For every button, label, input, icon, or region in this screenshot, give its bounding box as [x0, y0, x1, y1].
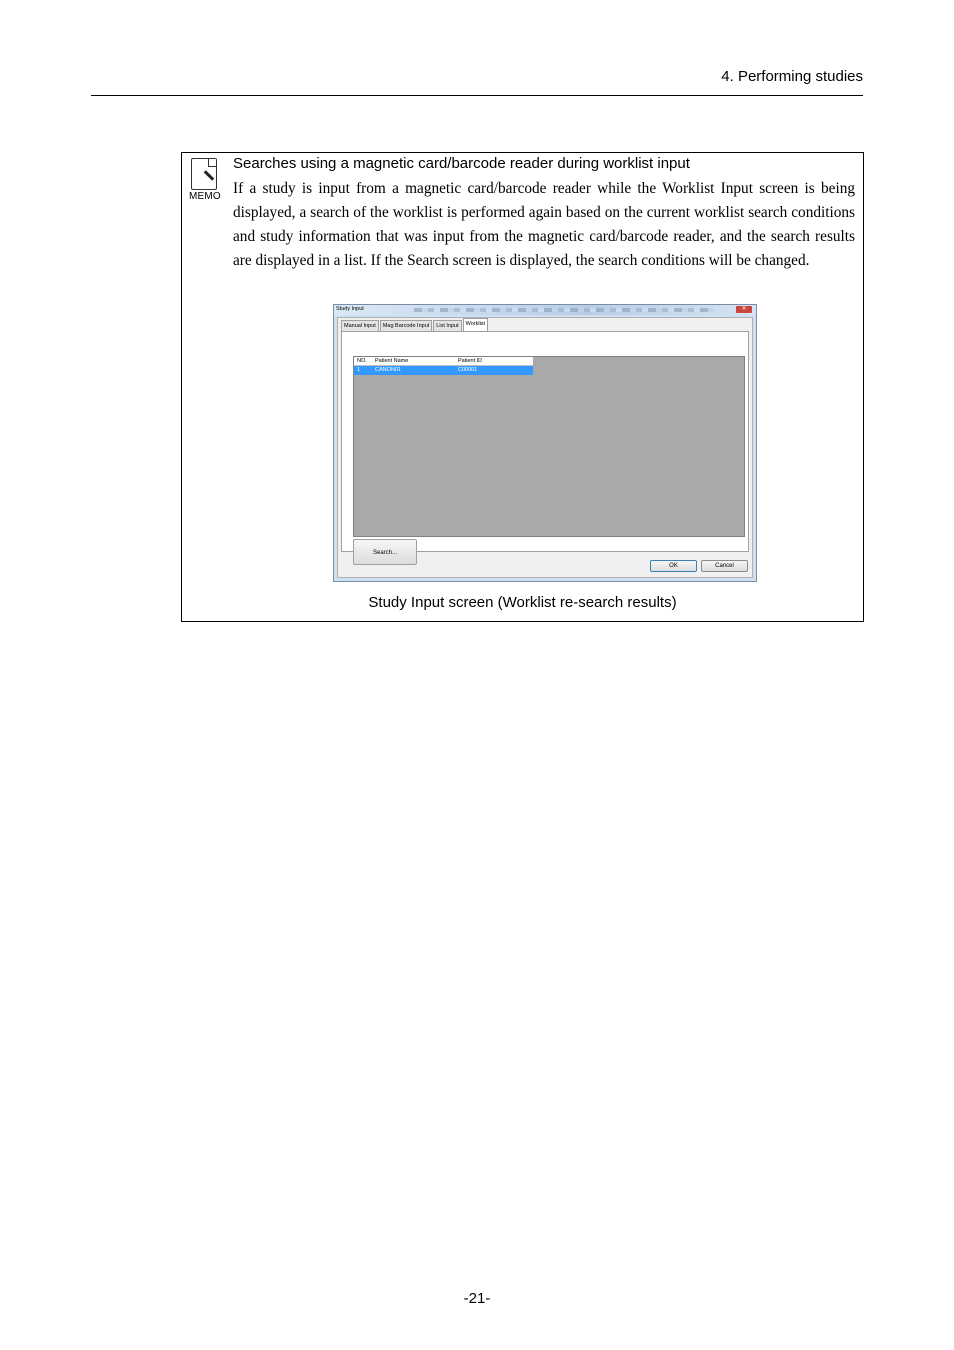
memo-paper-shape — [191, 158, 217, 190]
tab-panel: NO. Patient Name Patient ID 1 CANON01 C0… — [341, 331, 749, 565]
tab-manual-input[interactable]: Manual Input — [341, 320, 379, 331]
study-input-window-screenshot: Study Input ✕ Manual Input Mag Barcode I… — [333, 304, 757, 582]
window-title: Study Input — [336, 306, 364, 312]
tab-mag-barcode-input[interactable]: Mag Barcode Input — [379, 320, 433, 331]
memo-icon-label: MEMO — [189, 191, 221, 202]
tab-list-input[interactable]: List Input — [433, 320, 462, 331]
worklist-grid[interactable]: NO. Patient Name Patient ID 1 CANON01 C0… — [353, 356, 745, 537]
ok-button[interactable]: OK — [650, 560, 697, 572]
cell-no: 1 — [357, 367, 361, 373]
window-titlebar: Study Input ✕ — [334, 305, 756, 315]
cancel-button[interactable]: Cancel — [701, 560, 748, 572]
column-header-no[interactable]: NO. — [357, 357, 367, 365]
column-header-patient-id[interactable]: Patient ID — [458, 357, 482, 365]
header-rule — [91, 95, 863, 96]
blurred-background-strip — [414, 308, 714, 312]
tab-worklist[interactable]: Worklist — [462, 318, 489, 331]
memo-box: MEMO Searches using a magnetic card/barc… — [181, 152, 864, 622]
cell-patient-name: CANON01 — [375, 367, 401, 373]
grid-header: NO. Patient Name Patient ID — [354, 357, 533, 366]
memo-heading: Searches using a magnetic card/barcode r… — [233, 155, 690, 172]
tab-strip: Manual Input Mag Barcode Input List Inpu… — [341, 318, 489, 331]
close-icon[interactable]: ✕ — [736, 306, 752, 313]
search-button[interactable]: Search... — [353, 539, 417, 565]
window-client-area: Manual Input Mag Barcode Input List Inpu… — [337, 317, 753, 578]
table-row[interactable]: 1 CANON01 C00001 — [354, 366, 533, 375]
memo-body: If a study is input from a magnetic card… — [233, 180, 855, 269]
memo-note-icon: MEMO — [189, 158, 221, 204]
pen-icon — [203, 170, 215, 181]
figure-caption: Study Input screen (Worklist re-search r… — [368, 594, 677, 611]
page-number: -21- — [463, 1290, 491, 1307]
cell-patient-id: C00001 — [458, 367, 478, 373]
page-header-title: 4. Performing studies — [721, 68, 863, 85]
column-header-patient-name[interactable]: Patient Name — [375, 357, 408, 365]
